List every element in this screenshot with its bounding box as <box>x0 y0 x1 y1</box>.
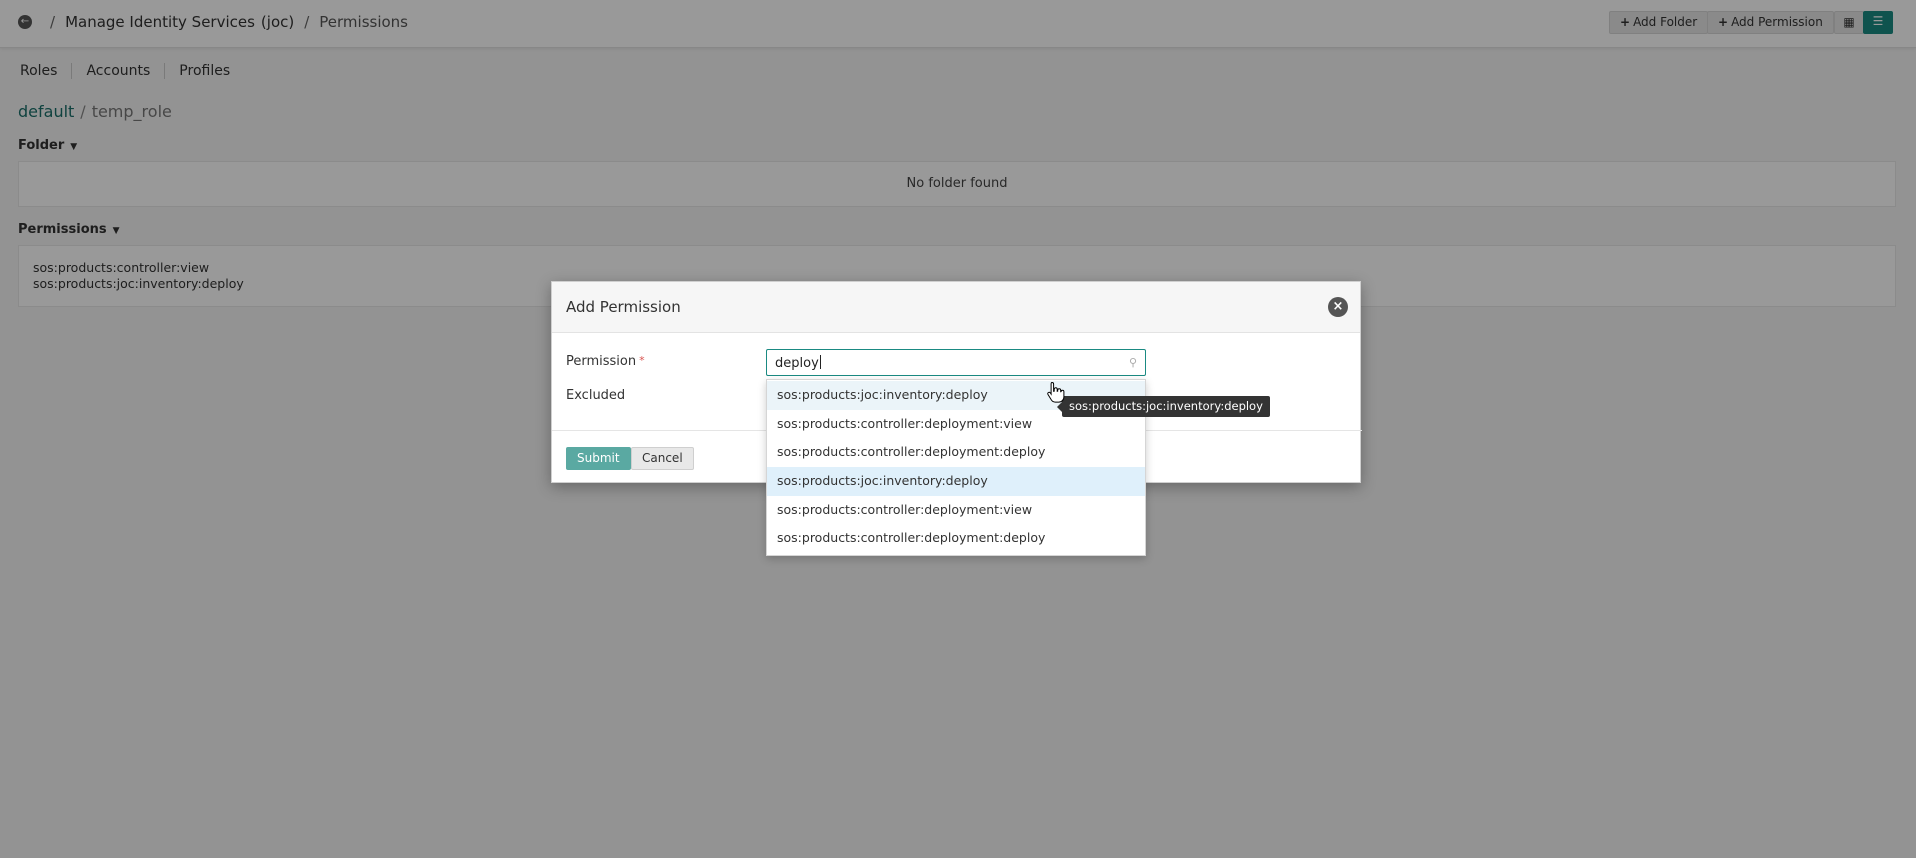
excluded-label: Excluded <box>566 388 626 403</box>
search-icon: ⚲ <box>1128 356 1137 369</box>
submit-button[interactable]: Submit <box>566 447 631 470</box>
suggestion-item[interactable]: sos:products:controller:deployment:deplo… <box>767 438 1145 467</box>
suggestion-item[interactable]: sos:products:joc:inventory:deploy <box>767 467 1145 496</box>
text-cursor <box>819 355 821 369</box>
permission-label-text: Permission <box>566 354 637 369</box>
permission-search-input[interactable]: deploy ⚲ <box>766 349 1146 376</box>
hand-cursor-icon <box>1047 381 1065 403</box>
permission-search-value: deploy <box>775 355 821 371</box>
search-text: deploy <box>775 356 819 371</box>
suggestion-tooltip: sos:products:joc:inventory:deploy <box>1057 396 1270 417</box>
close-icon[interactable]: × <box>1328 297 1348 317</box>
required-mark: * <box>639 354 645 367</box>
modal-header: Add Permission × <box>552 282 1360 333</box>
suggestion-item[interactable]: sos:products:controller:deployment:deplo… <box>767 524 1145 553</box>
permission-label: Permission * <box>566 354 645 369</box>
modal-title: Add Permission <box>566 298 681 316</box>
cancel-button[interactable]: Cancel <box>631 447 694 470</box>
suggestion-item[interactable]: sos:products:controller:deployment:view <box>767 496 1145 525</box>
